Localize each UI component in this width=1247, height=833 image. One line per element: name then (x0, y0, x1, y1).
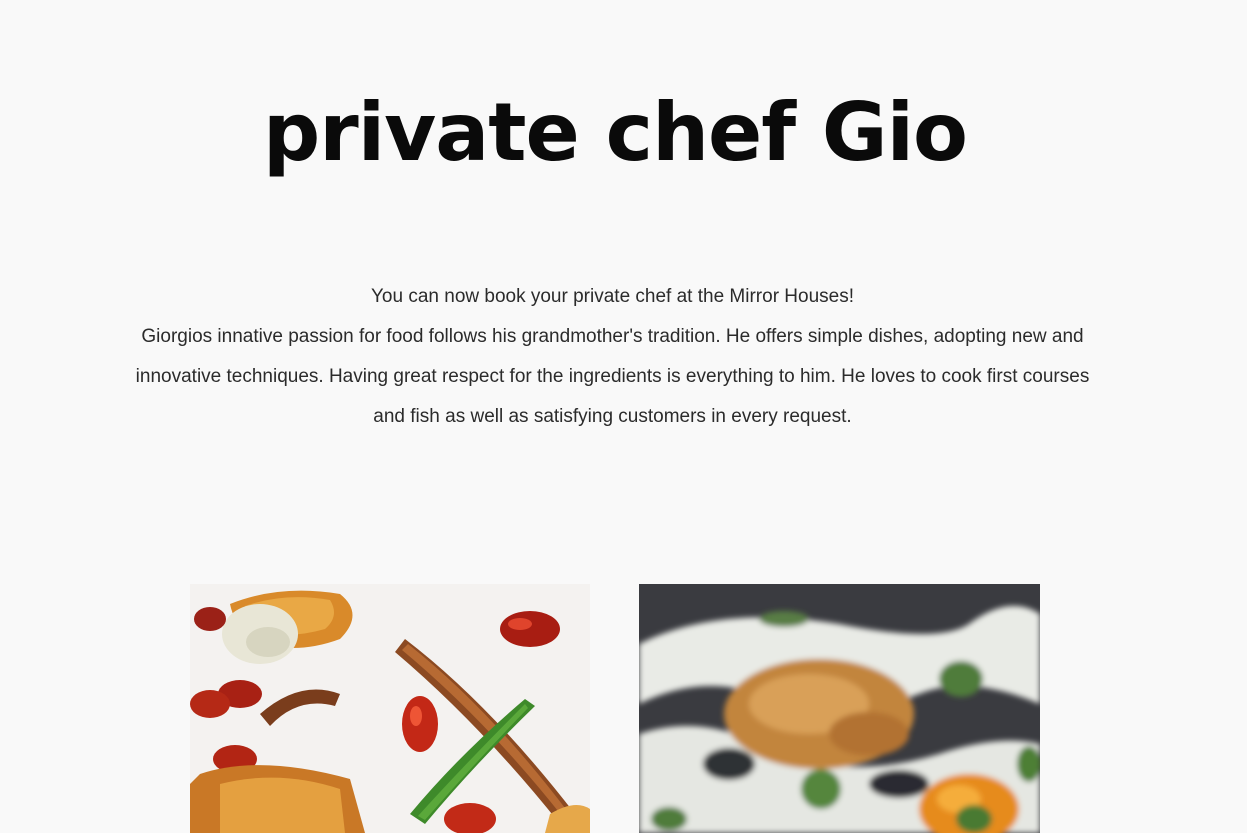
intro-text: You can now book your private chef at th… (130, 277, 1095, 437)
intro-line-chef-bio: Giorgios innative passion for food follo… (135, 326, 1090, 427)
food-photo-egg-dish (639, 584, 1040, 833)
food-photo-anchovies-image (190, 584, 590, 833)
food-photo-anchovies (190, 584, 590, 833)
food-photo-egg-dish-image (639, 584, 1040, 833)
page-title: private chef Gio (263, 86, 968, 179)
intro-line-booking: You can now book your private chef at th… (371, 286, 854, 307)
